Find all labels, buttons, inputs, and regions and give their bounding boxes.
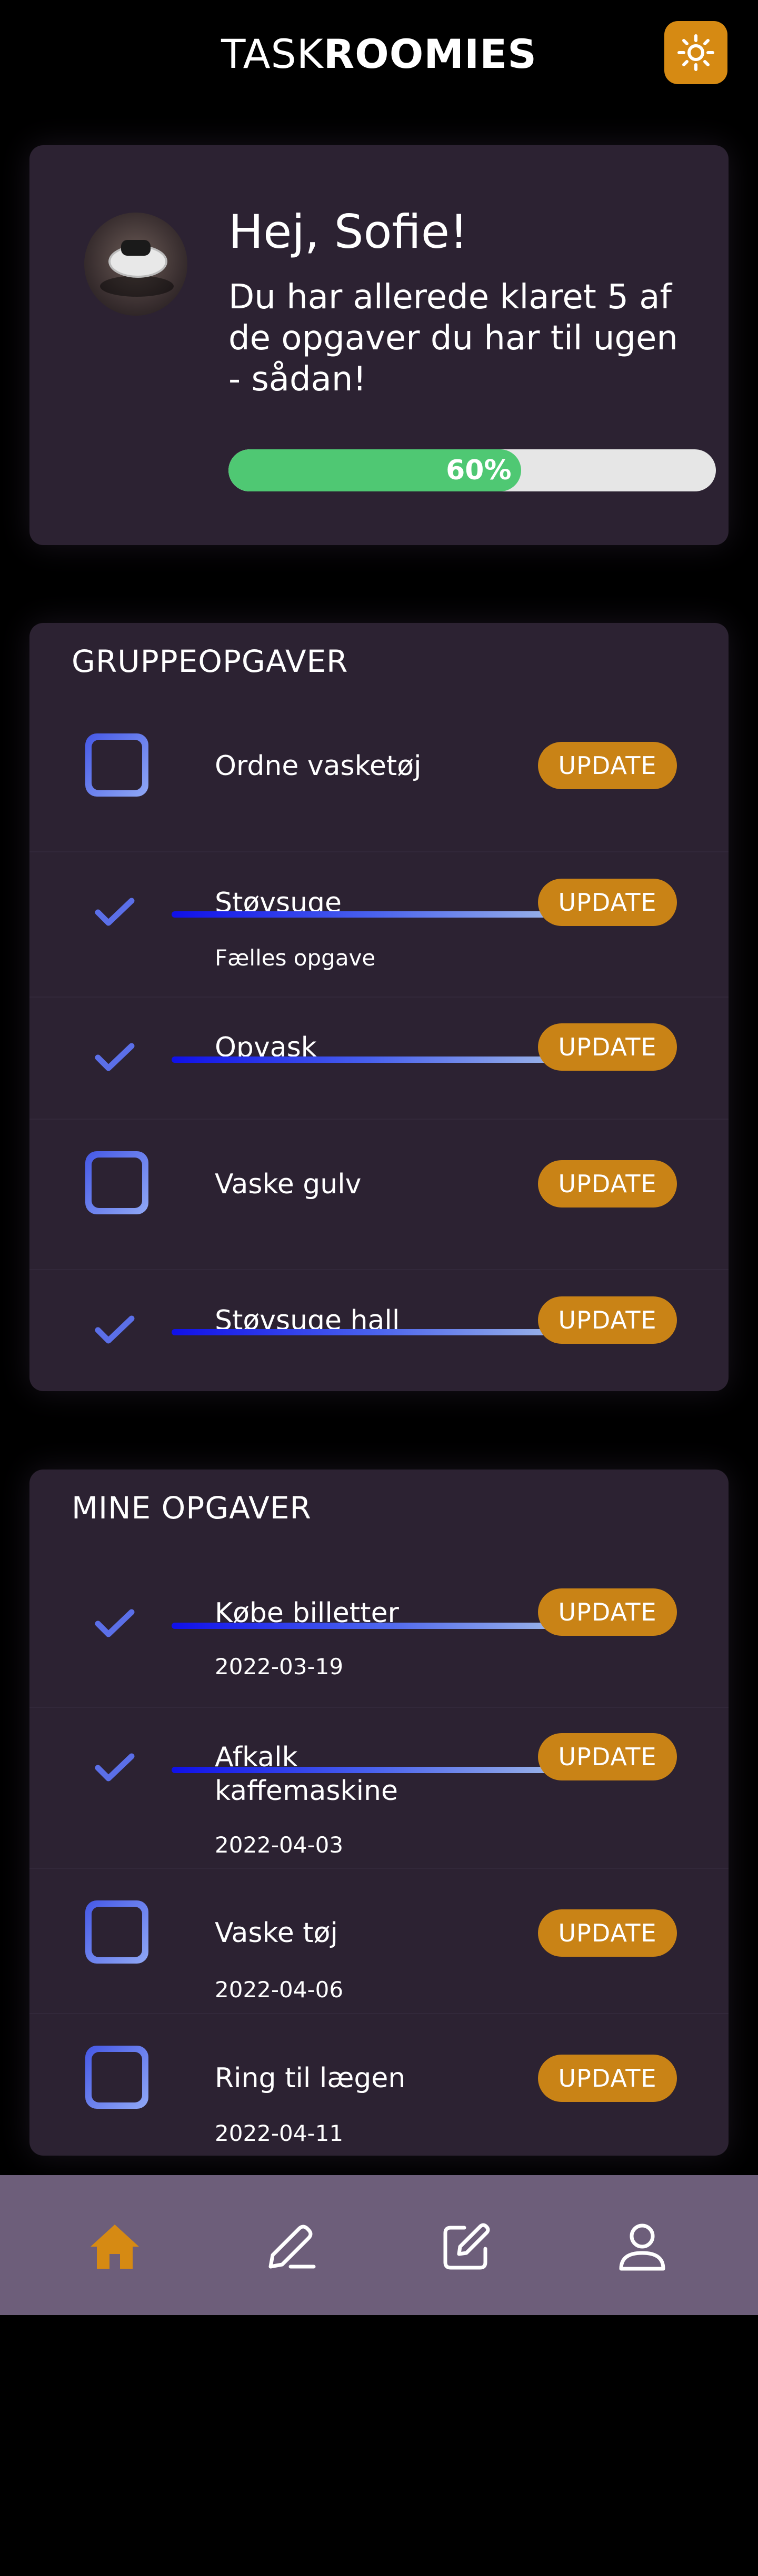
checkbox[interactable] [85,1151,148,1214]
strikethrough-line [172,1623,566,1629]
strikethrough-line [172,1056,566,1063]
update-button[interactable]: UPDATE [538,1909,677,1957]
update-button[interactable]: UPDATE [538,1296,677,1344]
update-button[interactable]: UPDATE [538,1588,677,1636]
task-date: 2022-04-06 [215,1977,344,2003]
welcome-message: Du har allerede klaret 5 af de opgaver d… [228,278,678,399]
weekly-progress-bar: 60% [228,449,716,491]
strikethrough-line [172,1767,566,1773]
strikethrough-line [172,1329,566,1335]
edit-icon [443,2223,490,2270]
welcome-card: Hej, Sofie! Du har allerede klaret 5 af … [29,145,729,545]
logo-light: TASK [221,31,324,77]
checkbox[interactable] [85,733,148,797]
nav-profile[interactable] [605,2210,679,2283]
task-date: 2022-04-03 [215,1832,344,1858]
group-tasks-card: GRUPPEOPGAVER Ordne vasketøj UPDATE Støvsu… [29,623,729,1391]
task-label: Ordne vasketøj [215,750,422,782]
checkbox[interactable] [85,2046,148,2109]
update-button[interactable]: UPDATE [538,879,677,926]
task-date: 2022-03-19 [215,1654,344,1679]
task-date: 2022-04-11 [215,2120,344,2146]
user-icon [619,2223,665,2271]
sun-icon [677,34,714,71]
bottom-navigation [0,2175,758,2315]
logo-bold: ROOMIES [323,31,537,77]
home-icon [91,2225,139,2269]
strikethrough-line [172,911,566,918]
nav-home[interactable] [78,2210,152,2283]
app-header: TASKROOMIES [0,0,758,110]
progress-label: 60% [446,455,512,486]
task-label: Vaske tøj [215,1917,338,1949]
checked-icon[interactable] [95,1752,135,1784]
task-label: Afkalk kaffemaskine [215,1742,398,1807]
app-logo: TASKROOMIES [0,31,758,78]
progress-fill: 60% [228,449,521,491]
checked-icon[interactable] [95,1608,135,1639]
update-button[interactable]: UPDATE [538,1733,677,1780]
update-button[interactable]: UPDATE [538,742,677,789]
nav-edit[interactable] [430,2210,503,2283]
task-label: Vaske gulv [215,1169,362,1200]
update-button[interactable]: UPDATE [538,2055,677,2102]
pencil-icon [268,2225,316,2269]
update-button[interactable]: UPDATE [538,1160,677,1208]
greeting-title: Hej, Sofie! [228,205,468,259]
checked-icon[interactable] [95,1314,135,1346]
update-button[interactable]: UPDATE [538,1023,677,1071]
checked-icon[interactable] [95,897,135,928]
group-tasks-title: GRUPPEOPGAVER [72,643,348,679]
nav-pencil[interactable] [254,2210,327,2283]
theme-toggle-button[interactable] [664,21,727,84]
my-tasks-card: MINE OPGAVER Købe billetter 2022-03-19 UPD… [29,1470,729,2156]
avatar [84,213,187,316]
task-subtitle: Fælles opgave [215,945,376,971]
task-label: Ring til lægen [215,2062,406,2094]
my-tasks-title: MINE OPGAVER [72,1490,312,1526]
checkbox[interactable] [85,1900,148,1964]
checked-icon[interactable] [95,1042,135,1073]
